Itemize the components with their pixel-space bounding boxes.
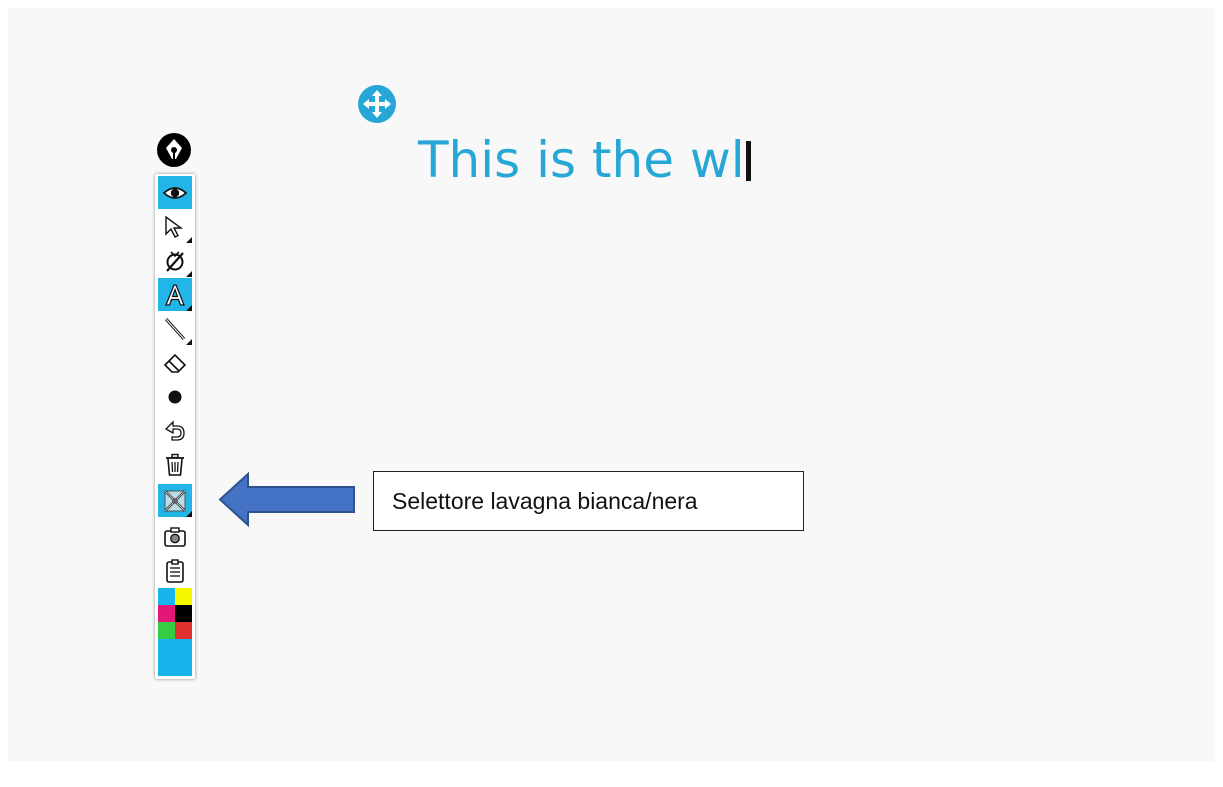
callout-label: Selettore lavagna bianca/nera [392,487,698,514]
board-selector-button[interactable] [158,484,192,517]
color-swatch[interactable] [158,622,175,639]
board-selector-icon [164,489,186,512]
pen-size-button[interactable] [158,380,192,413]
clear-button[interactable] [158,448,192,481]
trash-icon [166,453,184,476]
eye-tool-button[interactable] [158,176,192,209]
whiteboard-text-entry[interactable]: This is the wl [418,120,751,200]
callout-arrow-icon [218,472,355,527]
submenu-indicator [186,271,192,277]
eye-icon [162,186,188,199]
drawing-toolbar [155,174,195,679]
dot-size-icon [168,390,182,403]
submenu-indicator [186,511,192,517]
callout-label-box: Selettore lavagna bianca/nera [373,471,804,531]
hide-pen-icon [166,250,184,272]
move-handle-icon[interactable] [356,83,398,125]
hide-pen-tool-button[interactable] [158,244,192,277]
line-tool-icon [164,317,186,340]
selected-color-indicator[interactable] [158,639,192,676]
line-tool-button[interactable] [158,312,192,345]
camera-icon [164,526,186,547]
text-tool-icon [165,283,185,306]
submenu-indicator [186,305,192,311]
undo-button[interactable] [158,414,192,447]
color-swatch[interactable] [175,622,192,639]
select-tool-button[interactable] [158,210,192,243]
clipboard-icon [166,558,184,583]
text-caret [745,141,751,181]
undo-icon [164,419,185,441]
eraser-icon [163,353,187,373]
pen-handle-icon[interactable] [154,130,194,170]
whiteboard-text: This is the wl [418,131,745,189]
snapshot-button[interactable] [158,520,192,553]
color-swatch[interactable] [158,605,175,622]
clipboard-button[interactable] [158,554,192,587]
color-swatch[interactable] [158,588,175,605]
color-swatch[interactable] [175,588,192,605]
submenu-indicator [186,339,192,345]
submenu-indicator [186,237,192,243]
color-palette [158,588,192,676]
eraser-tool-button[interactable] [158,346,192,379]
select-arrow-icon [165,215,184,238]
color-swatch[interactable] [175,605,192,622]
text-tool-button[interactable] [158,278,192,311]
